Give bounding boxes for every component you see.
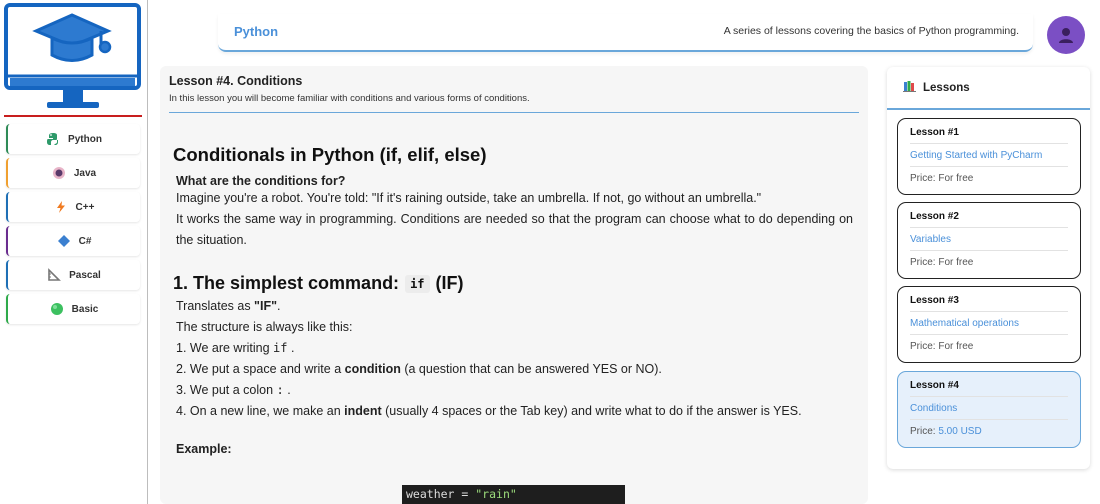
diamond-icon [57,234,71,248]
sidebar-item-label: C++ [75,201,95,213]
card-price: Price: 5.00 USD [910,420,1068,437]
lesson-title: Lesson #4. Conditions [169,74,303,88]
sidebar-item-basic[interactable]: Basic [6,294,140,324]
sidebar: Python Java C++ C# Pascal Basic [0,0,148,504]
sidebar-item-python[interactable]: Python [6,124,140,154]
card-link[interactable]: Variables [910,228,1068,251]
list-item: 1. We are writing if . [176,338,853,359]
list-item: 3. We put a colon : . [176,380,853,401]
paragraph: The structure is always like this: [176,320,353,334]
example-label: Example: [176,442,232,456]
price-label: Price: [910,341,939,352]
java-icon [52,166,66,180]
text: 4. On a new line, we make an [176,404,345,418]
paragraph: Translates as "IF". [176,296,853,317]
logo-divider [4,115,142,117]
price-label: Price: [910,426,939,437]
books-icon [903,80,917,95]
sidebar-item-label: Java [73,167,97,179]
card-title: Lesson #1 [910,127,1068,144]
code-string: "rain" [475,487,517,501]
header-description: A series of lessons covering the basics … [723,25,1019,37]
text: 1. We are writing [176,341,274,355]
question-heading: What are the conditions for? [176,174,346,188]
card-link[interactable]: Conditions [910,397,1068,420]
list-item: 2. We put a space and write a condition … [176,359,853,380]
card-price: Price: For free [910,167,1068,184]
section-heading: 1. The simplest command: if (IF) [173,273,853,294]
sidebar-item-label: Pascal [69,269,101,281]
header-title[interactable]: Python [234,24,278,39]
lightning-icon [54,200,68,214]
card-link[interactable]: Mathematical operations [910,312,1068,335]
card-title: Lesson #2 [910,211,1068,228]
heading-text: (IF) [435,273,464,293]
sidebar-item-cpp[interactable]: C++ [6,192,140,222]
lesson-header: Lesson #4. Conditions In this lesson you… [169,74,859,113]
text: Translates as [176,299,255,313]
bold-text: "IF" [254,299,278,313]
text: 2. We put a space and write a [176,362,345,376]
sidebar-item-pascal[interactable]: Pascal [6,260,140,290]
sidebar-item-label: Python [68,133,102,145]
inline-code: : [276,383,284,397]
price-label: Price: [910,257,939,268]
sidebar-item-label: Basic [71,303,99,315]
paragraph: It works the same way in programming. Co… [176,212,853,247]
code-block: weather = "rain" [402,485,625,504]
list-item: 4. On a new line, we make an indent (usu… [176,401,853,422]
paragraph: Imagine you're a robot. You're told: "If… [176,191,762,205]
lessons-panel: Lessons Lesson #1 Getting Started with P… [887,67,1090,469]
card-title: Lesson #4 [910,380,1068,397]
header-bar: Python A series of lessons covering the … [218,14,1033,52]
language-nav: Python Java C++ C# Pascal Basic [6,124,140,328]
price-value: For free [938,173,974,184]
section-heading: Conditionals in Python (if, elif, else) [173,144,487,165]
text: 3. We put a colon [176,383,277,397]
card-price: Price: For free [910,251,1068,268]
text: . [287,383,291,397]
logo[interactable] [0,0,148,118]
lesson-subtitle: In this lesson you will become familiar … [169,93,530,104]
sidebar-item-label: C# [78,235,92,247]
heading-text: 1. The simplest command: [173,273,400,293]
monitor-graduation-cap-icon [4,3,141,108]
bold-text: condition [344,362,401,376]
inline-code: if [273,341,288,355]
green-circle-icon [50,302,64,316]
text: (usually 4 spaces or the Tab key) and wr… [381,404,802,418]
sidebar-item-csharp[interactable]: C# [6,226,140,256]
text: . [277,299,281,313]
panel-header: Lessons [887,67,1090,110]
price-label: Price: [910,173,939,184]
avatar[interactable] [1047,16,1085,54]
card-link[interactable]: Getting Started with PyCharm [910,144,1068,167]
sidebar-item-java[interactable]: Java [6,158,140,188]
python-icon [46,132,60,146]
card-price: Price: For free [910,335,1068,352]
inline-code: if [405,274,430,293]
text: . [290,341,295,355]
lesson-body: Conditionals in Python (if, elif, else) … [173,144,853,456]
lesson-card-3[interactable]: Lesson #3 Mathematical operations Price:… [897,286,1081,363]
price-value: For free [938,341,974,352]
user-icon [1059,28,1073,43]
text: (a question that can be answered YES or … [400,362,662,376]
lesson-card-1[interactable]: Lesson #1 Getting Started with PyCharm P… [897,118,1081,195]
lesson-content: Lesson #4. Conditions In this lesson you… [160,66,868,504]
card-title: Lesson #3 [910,295,1068,312]
price-value: For free [938,257,974,268]
price-value: 5.00 USD [938,426,982,437]
code-text: weather = [406,487,476,501]
lesson-card-4[interactable]: Lesson #4 Conditions Price: 5.00 USD [897,371,1081,448]
panel-title: Lessons [923,81,970,94]
lesson-card-2[interactable]: Lesson #2 Variables Price: For free [897,202,1081,279]
bold-text: indent [344,404,382,418]
triangle-ruler-icon [47,268,62,282]
